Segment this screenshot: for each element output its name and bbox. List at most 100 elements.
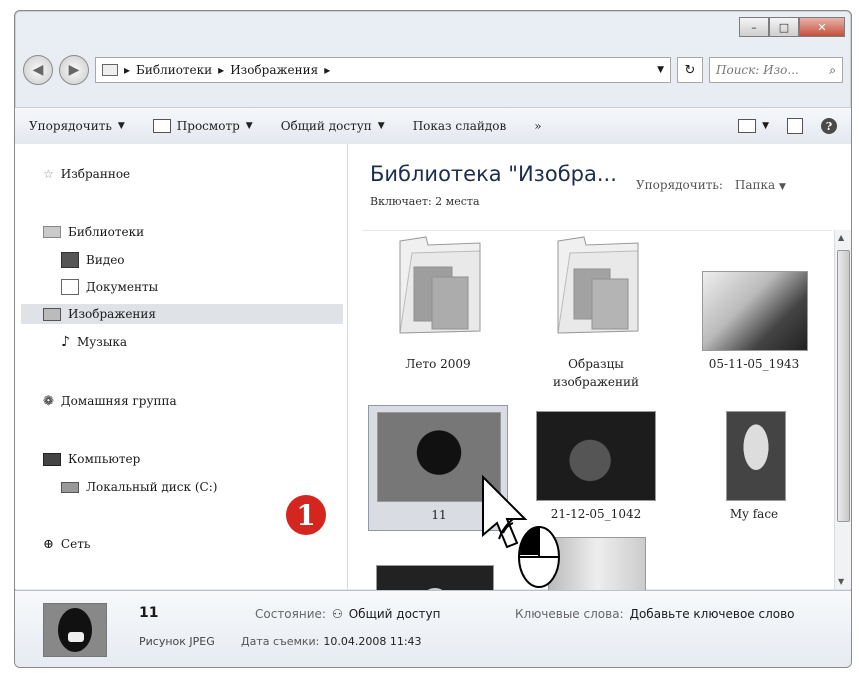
scroll-down-icon[interactable]: ▼ [838, 577, 844, 586]
sidebar-item-music[interactable]: ♪ Музыка [61, 332, 127, 352]
sidebar-item-pictures[interactable]: Изображения [21, 304, 343, 324]
arrange-dropdown[interactable]: Папка ▼ [735, 178, 786, 192]
arrange-by: Упорядочить: Папка ▼ [636, 178, 786, 192]
library-icon [102, 64, 118, 76]
sidebar-item-documents[interactable]: Документы [61, 277, 158, 297]
sidebar-item-label: Компьютер [68, 452, 141, 466]
scroll-up-icon[interactable]: ▲ [838, 233, 844, 242]
details-date: Дата съемки: 10.04.2008 11:43 [241, 635, 422, 648]
share-button[interactable]: Общий доступ ▼ [267, 119, 399, 133]
view-button[interactable]: Просмотр ▼ [139, 119, 267, 133]
organize-label: Упорядочить [29, 119, 112, 133]
search-placeholder: Поиск: Изо... [716, 63, 799, 77]
sidebar-item-local-disk[interactable]: Локальный диск (C:) [61, 477, 217, 497]
sidebar-item-libraries[interactable]: Библиотеки [43, 222, 144, 242]
chevron-down-icon: ▼ [779, 182, 786, 192]
includes-link[interactable]: 2 места [435, 195, 479, 208]
sidebar-item-label: Сеть [60, 537, 91, 551]
includes-label: Включает: [370, 195, 432, 208]
details-keywords: Ключевые слова: Добавьте ключевое слово [515, 607, 795, 621]
folder-icon [557, 236, 639, 334]
sidebar-item-favorites[interactable]: ☆ Избранное [43, 164, 130, 184]
details-file-name: 11 [139, 605, 159, 621]
details-thumbnail [43, 603, 107, 657]
details-file-type: Рисунок JPEG [139, 635, 215, 648]
sidebar-item-homegroup[interactable]: ❁ Домашняя группа [43, 391, 177, 411]
music-icon: ♪ [61, 334, 70, 350]
scrollbar-thumb[interactable] [837, 250, 850, 522]
slideshow-button[interactable]: Показ слайдов [399, 119, 521, 133]
vertical-scrollbar[interactable]: ▲ ▼ [834, 230, 851, 589]
preview-pane-button[interactable] [787, 118, 803, 134]
keywords-value[interactable]: Добавьте ключевое слово [630, 607, 795, 621]
item-label: Образцы изображений [553, 357, 639, 389]
sidebar-item-video[interactable]: Видео [61, 250, 125, 270]
chevron-down-icon: ▼ [762, 121, 769, 131]
sidebar-item-label: Музыка [76, 335, 128, 349]
state-label: Состояние: [255, 607, 326, 621]
address-bar[interactable]: ▸ Библиотеки ▸ Изображения ▸ ▼ [95, 57, 671, 83]
breadcrumb-separator-icon: ▸ [324, 63, 331, 77]
command-bar: Упорядочить ▼ Просмотр ▼ Общий доступ ▼ Пок… [15, 107, 851, 145]
libraries-icon [43, 226, 61, 238]
photo-item[interactable]: 05-11-05_1943 [684, 233, 824, 393]
arrange-label: Упорядочить: [636, 178, 723, 192]
video-icon [61, 252, 79, 268]
folder-item[interactable]: Лето 2009 [368, 233, 508, 393]
back-button[interactable]: ◀ [23, 55, 53, 85]
folder-item[interactable]: Образцы изображений [526, 233, 666, 393]
address-row: ◀ ▶ ▸ Библиотеки ▸ Изображения ▸ ▼ ↻ Пои… [23, 55, 843, 85]
photo-item[interactable]: My face [684, 405, 824, 531]
forward-button[interactable]: ▶ [59, 55, 89, 85]
arrange-value: Папка [734, 178, 776, 192]
shared-users-icon: ⚇ [331, 607, 343, 621]
item-label: 05-11-05_1943 [708, 357, 800, 371]
breadcrumb-separator-icon: ▸ [218, 63, 225, 77]
chevron-down-icon: ▼ [377, 121, 385, 131]
search-icon: ⌕ [829, 62, 836, 77]
refresh-button[interactable]: ↻ [677, 57, 703, 83]
more-button[interactable]: » [520, 119, 555, 133]
explorer-window: – □ ✕ ◀ ▶ ▸ Библиотеки ▸ Изображения ▸ ▼… [14, 10, 852, 668]
view-list-icon [738, 119, 757, 133]
chevron-down-icon: ▼ [245, 121, 253, 131]
item-label: Лето 2009 [405, 357, 471, 371]
address-dropdown-icon[interactable]: ▼ [657, 65, 664, 75]
details-pane: 11 Рисунок JPEG Дата съемки: 10.04.2008 … [15, 590, 851, 667]
sidebar-item-computer[interactable]: Компьютер [43, 449, 140, 469]
documents-icon [61, 279, 79, 295]
search-input[interactable]: Поиск: Изо... ⌕ [709, 57, 843, 83]
share-label: Общий доступ [280, 119, 372, 133]
chevron-down-icon: ▼ [117, 121, 125, 131]
sidebar-item-label: Избранное [60, 167, 131, 181]
view-options-button[interactable]: ▼ [738, 119, 769, 133]
help-icon[interactable]: ? [821, 118, 837, 134]
library-includes: Включает: 2 места [370, 195, 480, 208]
date-value[interactable]: 10.04.2008 11:43 [323, 635, 421, 648]
sidebar-item-label: Локальный диск (C:) [86, 480, 218, 494]
photo-thumbnail [726, 411, 786, 501]
breadcrumb-separator-icon: ▸ [124, 63, 131, 77]
network-icon: ⊕ [43, 536, 54, 552]
breadcrumb-libraries[interactable]: Библиотеки [136, 63, 212, 77]
sidebar-item-network[interactable]: ⊕ Сеть [43, 534, 90, 554]
date-label: Дата съемки: [241, 635, 320, 648]
homegroup-icon: ❁ [43, 393, 54, 409]
minimize-button[interactable]: – [739, 17, 769, 37]
details-state: Состояние: ⚇ Общий доступ [255, 607, 440, 621]
library-title: Библиотека "Изобра... [370, 162, 617, 186]
item-label: My face [729, 507, 779, 521]
organize-button[interactable]: Упорядочить ▼ [15, 119, 139, 133]
sidebar-item-label: Документы [86, 280, 159, 294]
breadcrumb-pictures[interactable]: Изображения [230, 63, 318, 77]
photo-thumbnail [702, 271, 808, 351]
hard-drive-icon [61, 481, 79, 493]
state-value: Общий доступ [348, 607, 441, 621]
sidebar-item-label: Библиотеки [68, 225, 145, 239]
keywords-label: Ключевые слова: [515, 607, 624, 621]
view-label: Просмотр [176, 119, 240, 133]
file-list: Лето 2009 Образцы изображений 05-11-05_1… [362, 230, 832, 590]
computer-icon [43, 452, 61, 466]
close-button[interactable]: ✕ [799, 17, 845, 37]
maximize-button[interactable]: □ [769, 17, 799, 37]
